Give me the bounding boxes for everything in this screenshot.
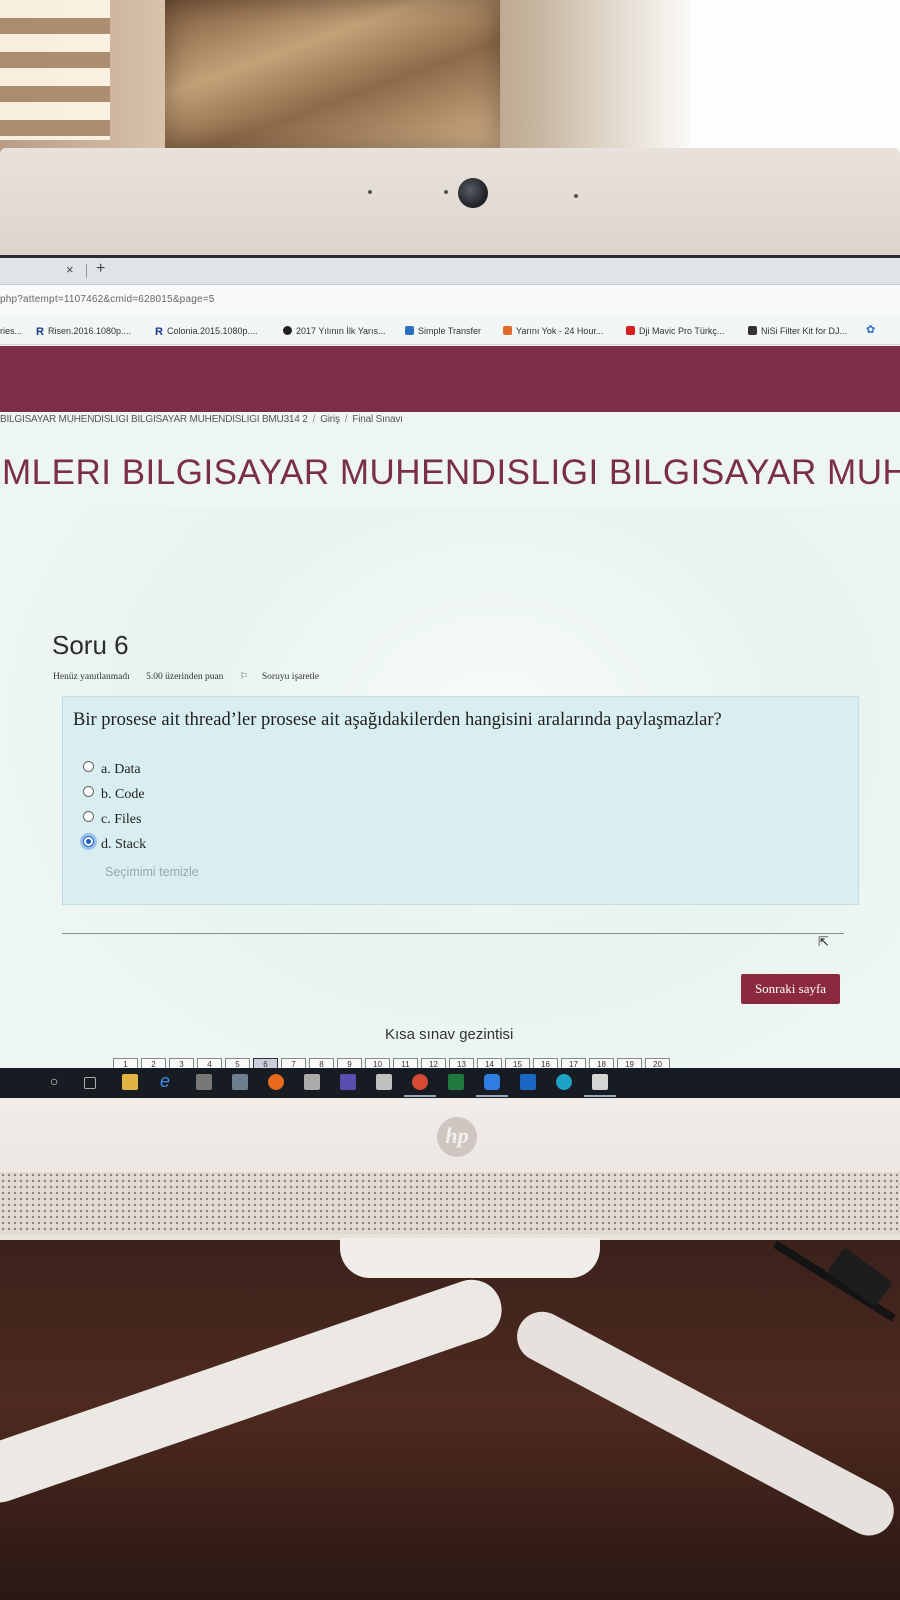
bookmarks-bar: ries... R Risen.2016.1080p.... R Colonia.2… — [0, 318, 900, 345]
disqus-icon — [283, 326, 292, 335]
bookmark-label: Yarını Yok - 24 Hour... — [516, 326, 604, 336]
mic-dot — [574, 194, 578, 198]
bookmark-item[interactable]: R Colonia.2015.1080p.... — [155, 326, 258, 338]
breadcrumb-intro[interactable]: Giriş — [320, 414, 340, 425]
answer-option-b[interactable]: b. Code — [83, 786, 145, 803]
visual-studio-icon[interactable] — [340, 1074, 356, 1090]
file-explorer-icon[interactable] — [122, 1074, 138, 1090]
bookmark-item[interactable]: Simple Transfer — [405, 326, 481, 336]
wall-painting — [165, 0, 500, 150]
mouse-cursor-icon: ⇱ — [818, 934, 829, 949]
internet-explorer-icon[interactable]: e — [160, 1071, 176, 1091]
breadcrumb-course[interactable]: BILGISAYAR MUHENDISLIGI BILGISAYAR MUHEN… — [0, 414, 308, 425]
monitor-top-bezel — [0, 148, 900, 258]
webcam-icon — [458, 178, 488, 208]
calculator-icon[interactable] — [232, 1074, 248, 1090]
quiz-navigation-title: Kısa sınav gezintisi — [385, 1026, 514, 1043]
question-info: Henüz yanıtlanmadı 5.00 üzerinden puan ⚐… — [53, 671, 347, 682]
chrome-icon[interactable] — [412, 1074, 428, 1090]
breadcrumb-exam[interactable]: Final Sınavı — [352, 414, 403, 425]
radio-button[interactable] — [83, 761, 94, 772]
orange-app-icon — [503, 326, 512, 335]
radio-button-selected[interactable] — [83, 836, 94, 847]
bookmark-label: Dji Mavic Pro Türkç... — [639, 326, 725, 336]
sensor-dot — [444, 190, 448, 194]
bookmark-item[interactable]: ries... — [0, 326, 22, 336]
zoom-icon[interactable] — [484, 1074, 500, 1090]
answer-option-d[interactable]: d. Stack — [83, 836, 146, 853]
hp-logo: hp — [437, 1117, 477, 1157]
bookmark-label: Simple Transfer — [418, 326, 482, 336]
mic-dot — [368, 190, 372, 194]
question-text: Bir prosese ait thread’ler prosese ait a… — [73, 710, 722, 730]
browser-tab-bar: × + — [0, 258, 900, 285]
bookmark-label: Colonia.2015.1080p.... — [166, 326, 258, 336]
address-bar[interactable]: php?attempt=1107462&cmid=628015&page=5 — [0, 285, 900, 317]
speaker-grille — [0, 1172, 900, 1234]
search-icon[interactable]: ○ — [50, 1073, 58, 1089]
flag-question-link[interactable]: ⚐ Soruyu işaretle — [239, 671, 333, 682]
bookmark-label: Risen.2016.1080p.... — [47, 326, 132, 336]
bookmark-label: NiSi Filter Kit for DJ... — [761, 326, 848, 336]
app-icon[interactable] — [196, 1074, 212, 1090]
r-logo-icon: R — [36, 326, 44, 338]
r-logo-icon: R — [155, 326, 163, 338]
excel-icon[interactable] — [448, 1074, 464, 1090]
edge-icon[interactable] — [556, 1074, 572, 1090]
windows-taskbar: ○ e — [0, 1068, 900, 1098]
app-icon — [405, 326, 414, 335]
new-tab-icon[interactable]: + — [96, 260, 105, 278]
window-blinds — [0, 0, 110, 140]
radio-button[interactable] — [83, 786, 94, 797]
bookmark-item[interactable]: 2017 Yılının İlk Yarıs... — [283, 326, 386, 336]
site-header — [0, 346, 900, 412]
active-app-indicator — [476, 1095, 508, 1097]
monitor-stand-hinge — [340, 1238, 600, 1278]
course-title: MLERI BILGISAYAR MUHENDISLIGI BILGISAYAR… — [2, 453, 900, 492]
question-status: Henüz yanıtlanmadı — [53, 672, 130, 682]
bookmark-label: ries... — [0, 326, 23, 336]
youtube-icon — [626, 326, 635, 335]
outlook-icon[interactable] — [520, 1074, 536, 1090]
clear-selection-link[interactable]: Seçimimi temizle — [105, 865, 199, 879]
bookmark-item[interactable]: Dji Mavic Pro Türkç... — [626, 326, 724, 336]
store-icon[interactable] — [304, 1074, 320, 1090]
task-view-icon[interactable] — [84, 1077, 96, 1089]
media-player-icon[interactable] — [376, 1074, 392, 1090]
bookmark-item[interactable]: NiSi Filter Kit for DJ... — [748, 326, 847, 336]
tab-divider — [86, 264, 87, 278]
active-app-indicator — [404, 1095, 436, 1097]
breadcrumb: BILGISAYAR MUHENDISLIGI BILGISAYAR MUHEN… — [0, 414, 403, 425]
bookmark-item[interactable]: R Risen.2016.1080p.... — [36, 326, 132, 338]
bookmark-label: 2017 Yılının İlk Yarıs... — [296, 326, 386, 336]
answer-option-c[interactable]: c. Files — [83, 811, 141, 828]
answer-option-a[interactable]: a. Data — [83, 761, 141, 778]
url-text[interactable]: php?attempt=1107462&cmid=628015&page=5 — [0, 294, 215, 305]
question-title: Soru 6 — [52, 630, 129, 660]
monitor-screen: × + php?attempt=1107462&cmid=628015&page… — [0, 255, 900, 1103]
window-light — [690, 0, 900, 160]
question-points: 5.00 üzerinden puan — [146, 672, 224, 682]
close-tab-icon[interactable]: × — [66, 262, 74, 277]
active-app-indicator — [584, 1095, 616, 1097]
radio-button[interactable] — [83, 811, 94, 822]
bookmark-item[interactable]: Yarını Yok - 24 Hour... — [503, 326, 603, 336]
flag-icon: ⚐ — [239, 671, 248, 681]
amazon-icon — [748, 326, 757, 335]
firefox-icon[interactable] — [268, 1074, 284, 1090]
divider — [62, 933, 844, 934]
next-page-button[interactable]: Sonraki sayfa — [741, 974, 840, 1004]
question-box: Bir prosese ait thread’ler prosese ait a… — [62, 696, 859, 905]
extension-icon[interactable]: ✿ — [866, 323, 875, 336]
document-icon[interactable] — [592, 1074, 608, 1090]
